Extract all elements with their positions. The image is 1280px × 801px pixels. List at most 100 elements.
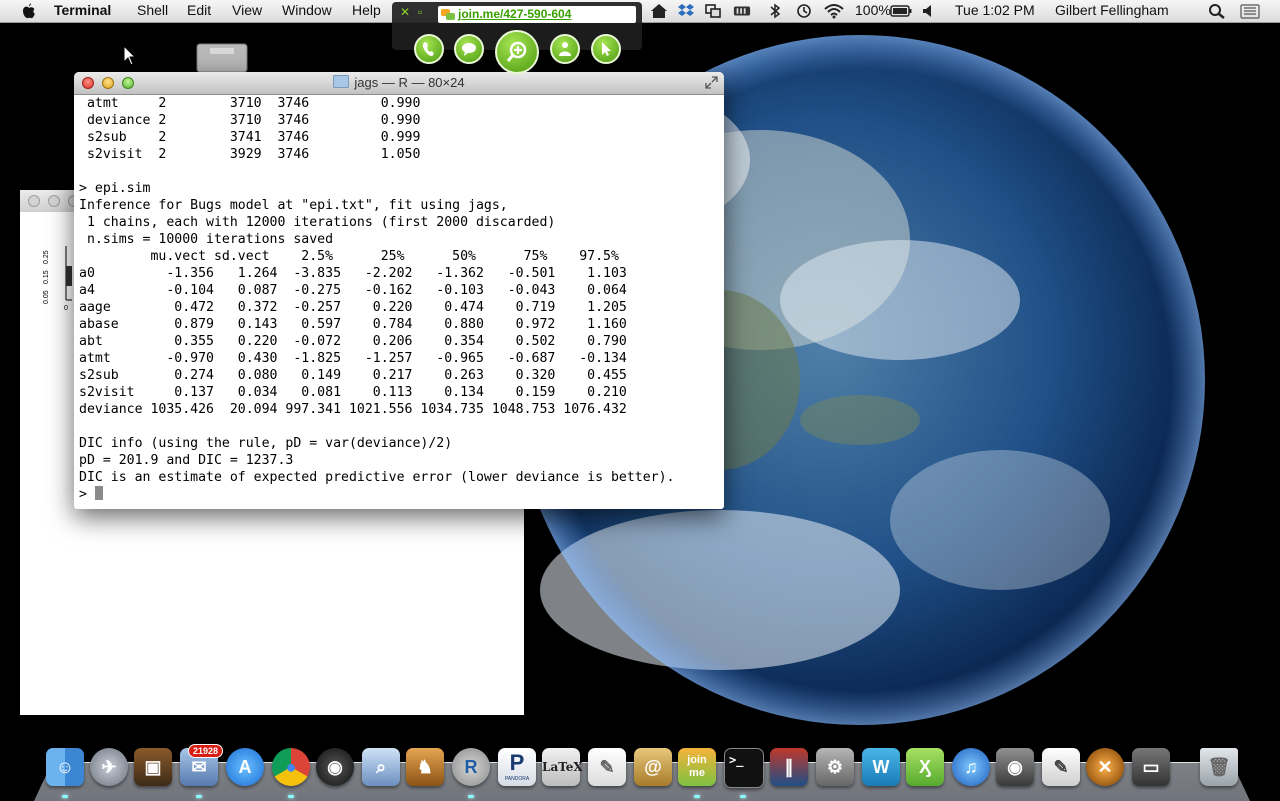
terminal-line: s2visit 0.137 0.034 0.081 0.113 0.134 0.…	[79, 385, 627, 400]
y-tick-1: 0.25	[43, 250, 50, 264]
terminal-line: a4 -0.104 0.087 -0.275 -0.162 -0.103 -0.…	[79, 283, 627, 298]
menu-view[interactable]: View	[232, 2, 262, 18]
menu-help[interactable]: Help	[352, 2, 381, 18]
running-indicator	[740, 795, 746, 798]
apple-icon[interactable]	[20, 2, 36, 20]
terminal-line: mu.vect sd.vect 2.5% 25% 50% 75% 97.5%	[79, 249, 619, 264]
dock-contacts-icon[interactable]: @	[634, 748, 672, 786]
fullscreen-icon[interactable]	[705, 76, 718, 89]
terminal-line: pD = 201.9 and DIC = 1237.3	[79, 453, 294, 468]
quartz-minimize-button[interactable]	[48, 195, 60, 207]
joinme-url-field[interactable]: join.me/427-590-604	[438, 6, 636, 23]
chat-button[interactable]	[454, 34, 484, 64]
terminal-line: deviance 1035.426 20.094 997.341 1021.55…	[79, 402, 627, 417]
dock-dashboard-icon[interactable]: ◉	[316, 748, 354, 786]
notification-list-icon[interactable]	[1240, 3, 1260, 19]
window-title-text: jags — R — 80×24	[354, 75, 465, 90]
joinme-close-icon[interactable]: ✕	[400, 5, 410, 19]
running-indicator	[62, 795, 68, 798]
zoom-in-icon	[506, 41, 527, 62]
dock-pandora-icon[interactable]: P PANDORA	[498, 748, 536, 786]
volume-icon[interactable]	[920, 3, 938, 19]
menu-window[interactable]: Window	[282, 2, 332, 18]
terminal-line: atmt 2 3710 3746 0.990	[79, 96, 421, 111]
terminal-output[interactable]: atmt 2 3710 3746 0.990 deviance 2 3710 3…	[79, 95, 719, 505]
joinme-logo-icon	[441, 9, 455, 20]
joinme-minimize-icon[interactable]: ▫	[418, 5, 422, 19]
dock-finder-icon[interactable]: ☺	[46, 748, 84, 786]
terminal-line: Inference for Bugs model at "epi.txt", f…	[79, 198, 508, 213]
terminal-line: s2sub 2 3741 3746 0.999	[79, 130, 421, 145]
dock-terminal-icon[interactable]: >_	[724, 748, 764, 788]
terminal-line: 1 chains, each with 12000 iterations (fi…	[79, 215, 556, 230]
terminal-line: abt 0.355 0.220 -0.072 0.206 0.354 0.502…	[79, 334, 627, 349]
terminal-line: a0 -1.356 1.264 -3.835 -2.202 -1.362 -0.…	[79, 266, 627, 281]
dock-preview-icon[interactable]: ⌕	[362, 748, 400, 786]
terminal-line: s2sub 0.274 0.080 0.149 0.217 0.263 0.32…	[79, 368, 627, 383]
home-icon[interactable]	[650, 3, 668, 19]
dock-facetime-icon[interactable]: ◉	[996, 748, 1034, 786]
terminal-line: s2visit 2 3929 3746 1.050	[79, 147, 421, 162]
running-indicator	[288, 795, 294, 798]
text-cursor	[94, 486, 103, 500]
menu-edit[interactable]: Edit	[187, 2, 211, 18]
dock-growl-icon[interactable]: ♞	[406, 748, 444, 786]
people-button[interactable]	[550, 34, 580, 64]
terminal-window[interactable]: jags — R — 80×24 atmt 2 3710 3746 0.990 …	[74, 72, 724, 509]
terminal-line: deviance 2 3710 3746 0.990	[79, 113, 421, 128]
dock-textedit-icon[interactable]: ✎	[588, 748, 626, 786]
battery-icon[interactable]	[890, 3, 912, 19]
time-machine-icon[interactable]	[795, 3, 813, 19]
terminal-line: abase 0.879 0.143 0.597 0.784 0.880 0.97…	[79, 317, 627, 332]
windows-icon[interactable]	[704, 3, 722, 19]
dock-launchpad-icon[interactable]: ✈	[90, 748, 128, 786]
dock-x11-icon[interactable]: ✕	[1086, 748, 1124, 786]
cursor-icon	[602, 42, 611, 56]
chat-icon	[462, 43, 476, 56]
dock-photobooth-icon[interactable]: ▣	[134, 748, 172, 786]
terminal-line: aage 0.472 0.372 -0.257 0.220 0.474 0.71…	[79, 300, 627, 315]
battery-percent[interactable]: 100%	[855, 2, 891, 18]
dock-trash-icon[interactable]: 🗑	[1200, 748, 1238, 786]
dock-script-editor-icon[interactable]: ✎	[1042, 748, 1080, 786]
terminal-line: > epi.sim	[79, 181, 151, 196]
dock-winbox-icon[interactable]: W	[862, 748, 900, 786]
running-indicator	[196, 795, 202, 798]
joinme-url[interactable]: join.me/427-590-604	[458, 7, 571, 21]
memory-icon[interactable]	[733, 3, 751, 19]
bluetooth-icon[interactable]	[766, 3, 784, 19]
person-icon	[559, 42, 571, 56]
terminal-line: >	[79, 486, 719, 503]
menu-shell[interactable]: Shell	[137, 2, 168, 18]
zoom-button[interactable]	[495, 30, 539, 74]
dock-desktop-stack-icon[interactable]: ▭	[1132, 748, 1170, 786]
dock-joinme-icon[interactable]: join me	[678, 748, 716, 786]
pointer-button[interactable]	[591, 34, 621, 64]
dock-system-preferences-icon[interactable]: ⚙	[816, 748, 854, 786]
y-tick-2: 0.15	[43, 270, 50, 284]
dock-appstore-icon[interactable]: A	[226, 748, 264, 786]
terminal-line: n.sims = 10000 iterations saved	[79, 232, 334, 247]
user-name[interactable]: Gilbert Fellingham	[1055, 2, 1169, 18]
dropbox-icon[interactable]	[677, 3, 695, 19]
terminal-line: DIC info (using the rule, pD = var(devia…	[79, 436, 453, 451]
menu-app-name[interactable]: Terminal	[54, 2, 111, 18]
phone-button[interactable]	[414, 34, 444, 64]
quartz-close-button[interactable]	[28, 195, 40, 207]
dock-r-icon[interactable]: R	[452, 748, 490, 786]
window-title: jags — R — 80×24	[74, 75, 724, 90]
clock[interactable]: Tue 1:02 PM	[955, 2, 1035, 18]
dock-chrome-icon[interactable]: ●	[272, 748, 310, 786]
dock-latexit-icon[interactable]: LaTeX	[542, 748, 583, 786]
pandora-label: PANDORA	[504, 776, 530, 782]
wifi-icon[interactable]	[823, 3, 845, 19]
spotlight-icon[interactable]	[1208, 3, 1226, 19]
dock-tweetie-icon[interactable]: Ӽ	[906, 748, 944, 786]
dock-parallels-icon[interactable]: ∥	[770, 748, 808, 786]
folder-icon	[333, 75, 350, 88]
running-indicator	[468, 795, 474, 798]
dock-itunes-icon[interactable]: ♫	[952, 748, 990, 786]
terminal-line: atmt -0.970 0.430 -1.825 -1.257 -0.965 -…	[79, 351, 627, 366]
